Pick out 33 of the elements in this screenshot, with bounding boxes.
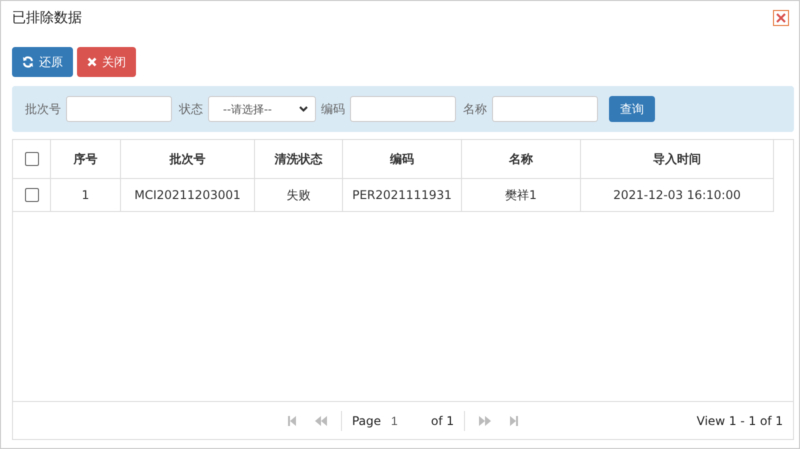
column-header[interactable]: 导入时间: [581, 140, 774, 179]
column-header[interactable]: 名称: [462, 140, 581, 179]
select-all-checkbox[interactable]: [24, 152, 38, 166]
input-field[interactable]: [350, 96, 456, 122]
restore-button[interactable]: 还原: [12, 47, 73, 77]
table-cell: MCI20211203001: [121, 179, 255, 212]
filter-label: 编码: [321, 100, 345, 118]
refresh-icon: [22, 56, 34, 68]
close-icon[interactable]: [773, 10, 789, 26]
table-cell: 1: [51, 179, 121, 212]
filter-label: 批次号: [25, 100, 61, 118]
record-summary: View 1 - 1 of 1: [696, 414, 783, 428]
filter-label: 状态: [179, 100, 203, 118]
column-header[interactable]: 编码: [343, 140, 462, 179]
table-cell: 失败: [255, 179, 343, 212]
page-count: of 1: [431, 414, 454, 428]
filter-label: 名称: [463, 100, 487, 118]
column-header[interactable]: 序号: [51, 140, 121, 179]
chevron-down-icon: [299, 106, 308, 112]
window-title: 已排除数据: [12, 9, 82, 27]
input-field[interactable]: [66, 96, 172, 122]
input-field[interactable]: [492, 96, 598, 122]
page-label: Page: [352, 414, 382, 428]
status-dropdown[interactable]: --请选择--: [208, 96, 316, 122]
search-button[interactable]: 查询: [609, 96, 655, 122]
table-cell: 2021-12-03 16:10:00: [581, 179, 774, 212]
table-cell: 樊祥1: [462, 179, 581, 212]
row-checkbox[interactable]: [24, 188, 38, 202]
column-header[interactable]: 清洗状态: [255, 140, 343, 179]
table-cell: PER2021111931: [343, 179, 462, 212]
close-icon: [87, 57, 97, 67]
close-button[interactable]: 关闭: [77, 47, 136, 77]
column-header[interactable]: 批次号: [121, 140, 255, 179]
